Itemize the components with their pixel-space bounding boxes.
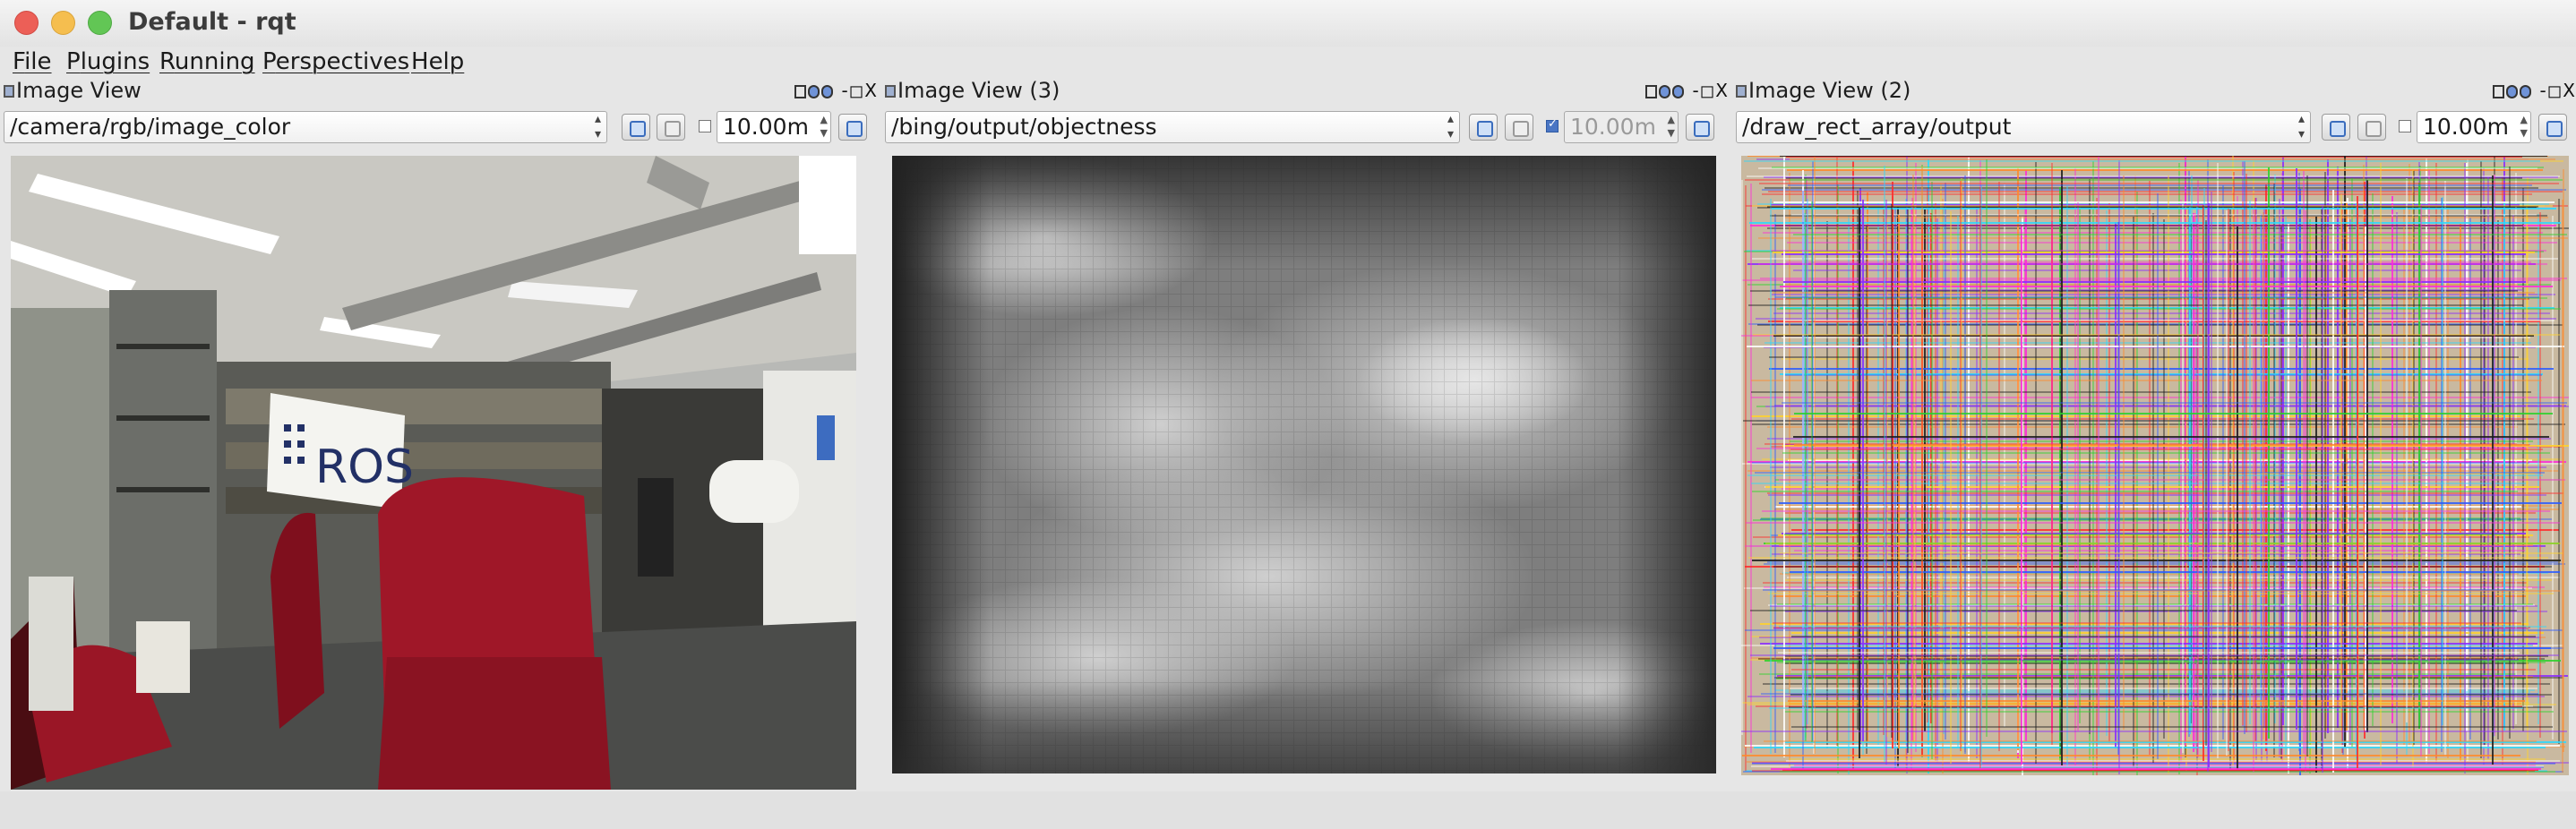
panel-window-controls[interactable]: -◻X [841, 80, 878, 101]
combo-arrows-icon: ▴ ▾ [2297, 112, 2305, 141]
smooth-checkbox[interactable] [699, 120, 711, 132]
save-image-button[interactable] [2357, 114, 2386, 141]
objectness-image-canvas [892, 156, 1716, 773]
refresh-topics-button[interactable] [1469, 114, 1498, 141]
image-view-panel-3: Image View (3) -◻X /bing/output/objectne… [885, 79, 1729, 791]
topic-value: /camera/rgb/image_color [10, 114, 291, 140]
topic-select[interactable]: /bing/output/objectness ▴ ▾ [885, 111, 1460, 143]
save-image-button[interactable] [657, 114, 685, 141]
panel-toolbar: /draw_rect_array/output ▴ ▾ 10.00m ▲ ▼ [1736, 111, 2576, 145]
dock-button[interactable] [1686, 114, 1714, 141]
menu-help[interactable]: Help [411, 47, 464, 77]
reload-icon[interactable] [808, 85, 820, 98]
spin-arrows-icon: ▲ ▼ [1667, 114, 1675, 139]
camera-image-canvas: ROS [11, 156, 856, 790]
dock-button[interactable] [2538, 114, 2567, 141]
maximize-window-button[interactable] [88, 11, 112, 35]
reload-icon[interactable] [1659, 85, 1671, 98]
menu-plugins[interactable]: Plugins [66, 47, 150, 77]
settings-icon[interactable] [2520, 85, 2532, 98]
combo-arrows-icon: ▴ ▾ [594, 112, 601, 141]
image-view-panel-2: Image View (2) -◻X /draw_rect_array/outp… [1736, 79, 2576, 791]
timeout-value: 10.00m [723, 114, 809, 140]
window-title: Default - rqt [128, 8, 296, 36]
panel-title: Image View (2) [1748, 78, 1911, 103]
spin-arrows-icon[interactable]: ▲ ▼ [2520, 113, 2528, 140]
timeout-value: 10.00m [2423, 114, 2509, 140]
ros-banner-text: ROS [315, 440, 414, 494]
rect-array-image [1741, 156, 2569, 775]
panel-title-bar: Image View (3) -◻X [885, 79, 1729, 104]
panel-title: Image View (3) [897, 78, 1060, 103]
menu-bar: File Plugins Running Perspectives Help [0, 47, 2576, 79]
save-image-button[interactable] [1505, 114, 1533, 141]
panel-controls[interactable]: -◻X [1645, 81, 1729, 100]
help-icon[interactable] [1645, 85, 1658, 98]
timeout-spinbox[interactable]: 10.00m ▲ ▼ [717, 111, 831, 143]
timeout-spinbox[interactable]: 10.00m ▲ ▼ [2417, 111, 2531, 143]
smooth-checkbox[interactable] [2399, 120, 2411, 132]
smooth-checkbox[interactable] [1546, 117, 1558, 132]
panel-toolbar: /camera/rgb/image_color ▴ ▾ 10.00m ▲ ▼ [4, 111, 878, 145]
menu-file[interactable]: File [13, 47, 52, 77]
panel-controls[interactable]: -◻X [2493, 81, 2576, 100]
dock-grip-icon[interactable] [4, 85, 14, 98]
menu-perspectives[interactable]: Perspectives [262, 47, 409, 77]
reload-icon[interactable] [2506, 85, 2519, 98]
topic-select[interactable]: /draw_rect_array/output ▴ ▾ [1736, 111, 2311, 143]
help-icon[interactable] [2493, 85, 2505, 98]
menu-running[interactable]: Running [159, 47, 255, 77]
timeout-spinbox: 10.00m ▲ ▼ [1564, 111, 1679, 143]
status-bar [0, 791, 2576, 829]
objectness-image [892, 156, 1716, 773]
dock-grip-icon[interactable] [1736, 85, 1747, 98]
image-view-panel-1: Image View -◻X /camera/rgb/image_color ▴… [4, 79, 878, 791]
spin-arrows-icon[interactable]: ▲ ▼ [820, 113, 828, 140]
panel-window-controls[interactable]: -◻X [2539, 80, 2576, 101]
combo-arrows-icon: ▴ ▾ [1447, 112, 1454, 141]
close-window-button[interactable] [14, 11, 39, 35]
refresh-topics-button[interactable] [622, 114, 650, 141]
panel-title-bar: Image View -◻X [4, 79, 878, 104]
camera-image: ROS [11, 156, 856, 790]
panel-toolbar: /bing/output/objectness ▴▾ 10.00m ▲▼ [885, 111, 1729, 145]
help-icon[interactable] [794, 85, 807, 98]
topic-value: /draw_rect_array/output [1742, 114, 2012, 140]
panel-window-controls[interactable]: -◻X [1692, 80, 1729, 101]
timeout-value: 10.00m [1570, 114, 1656, 140]
refresh-topics-button[interactable] [2322, 114, 2350, 141]
panel-title-bar: Image View (2) -◻X [1736, 79, 2576, 104]
dock-grip-icon[interactable] [885, 85, 896, 98]
panel-title: Image View [16, 78, 142, 103]
topic-select[interactable]: /camera/rgb/image_color ▴ ▾ [4, 111, 607, 143]
rect-array-image-canvas [1741, 156, 2569, 775]
settings-icon[interactable] [821, 85, 834, 98]
topic-value: /bing/output/objectness [891, 114, 1157, 140]
panel-controls[interactable]: -◻X [794, 81, 878, 100]
dock-button[interactable] [838, 114, 867, 141]
title-bar: Default - rqt [0, 0, 2576, 47]
settings-icon[interactable] [1672, 85, 1685, 98]
minimize-window-button[interactable] [51, 11, 75, 35]
